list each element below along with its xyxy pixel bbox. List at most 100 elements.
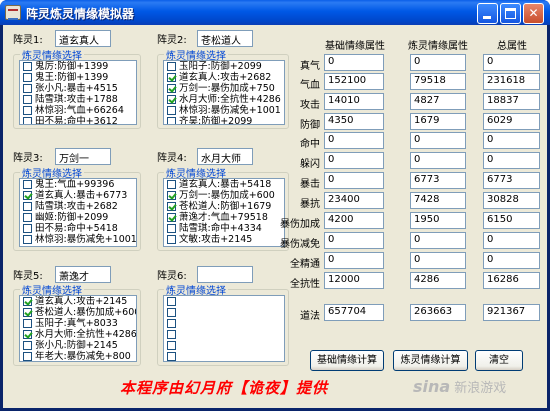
- stat-refine-field[interactable]: 1950: [410, 212, 466, 229]
- checkbox-unchecked[interactable]: [167, 180, 176, 189]
- checklist-item[interactable]: 鬼王:气血+99396: [20, 179, 136, 190]
- stat-refine-field[interactable]: 263663: [410, 304, 466, 321]
- checklist-item[interactable]: 陆雪琪:攻击+2682: [20, 201, 136, 212]
- stat-refine-field[interactable]: 79518: [410, 73, 466, 90]
- checkbox-unchecked[interactable]: [23, 106, 32, 115]
- checkbox-unchecked[interactable]: [23, 235, 32, 244]
- stat-refine-field[interactable]: 4286: [410, 272, 466, 289]
- stat-total-field[interactable]: 16286: [483, 272, 540, 289]
- checkbox-checked[interactable]: [167, 213, 176, 222]
- clear-button[interactable]: 清空: [475, 350, 523, 371]
- stat-refine-field[interactable]: 7428: [410, 192, 466, 209]
- stat-base-field[interactable]: 152100: [324, 73, 384, 90]
- stat-total-field[interactable]: 0: [483, 232, 540, 249]
- checkbox-unchecked[interactable]: [23, 73, 32, 82]
- checkbox-unchecked[interactable]: [167, 308, 176, 317]
- stat-total-field[interactable]: 231618: [483, 73, 540, 90]
- checklist-item[interactable]: 苍松道人:暴伤加成+600: [20, 307, 136, 318]
- checkbox-unchecked[interactable]: [167, 106, 176, 115]
- checklist-item[interactable]: 年老大:暴伤减免+800: [20, 351, 136, 361]
- spirit-2-name-input[interactable]: 苍松道人: [197, 30, 253, 47]
- checkbox-unchecked[interactable]: [23, 84, 32, 93]
- spirit-3-checklist[interactable]: 鬼王:气血+99396 道玄真人:暴击+6773 陆雪琪:攻击+2682 幽姬:防御+…: [19, 178, 137, 247]
- stat-total-field[interactable]: 30828: [483, 192, 540, 209]
- checklist-item[interactable]: 玉阳子:防御+2099: [164, 61, 284, 72]
- stat-refine-field[interactable]: 6773: [410, 172, 466, 189]
- checkbox-checked[interactable]: [23, 330, 32, 339]
- checklist-item[interactable]: 齐昊:防御+2099: [164, 116, 284, 124]
- checkbox-unchecked[interactable]: [23, 117, 32, 124]
- checklist-item[interactable]: 玉阳子:真气+8033: [20, 318, 136, 329]
- stat-refine-field[interactable]: 0: [410, 252, 466, 269]
- checkbox-unchecked[interactable]: [167, 330, 176, 339]
- stat-total-field[interactable]: 0: [483, 152, 540, 169]
- stat-total-field[interactable]: 0: [483, 132, 540, 149]
- checklist-item[interactable]: 道玄真人:暴击+5418: [164, 179, 284, 190]
- checkbox-unchecked[interactable]: [167, 352, 176, 361]
- checklist-item[interactable]: [164, 351, 284, 361]
- checklist-item[interactable]: 道玄真人:攻击+2682: [164, 72, 284, 83]
- checkbox-unchecked[interactable]: [167, 297, 176, 306]
- checkbox-unchecked[interactable]: [167, 117, 176, 124]
- checklist-item[interactable]: 幽姬:防御+2099: [20, 212, 136, 223]
- checklist-item[interactable]: 林惊羽:气血+66264: [20, 105, 136, 116]
- checkbox-unchecked[interactable]: [23, 180, 32, 189]
- checkbox-checked[interactable]: [23, 297, 32, 306]
- minimize-button[interactable]: [477, 3, 498, 24]
- checklist-item[interactable]: 鬼王:防御+1399: [20, 72, 136, 83]
- stat-base-field[interactable]: 0: [324, 132, 384, 149]
- checkbox-unchecked[interactable]: [23, 319, 32, 328]
- stat-refine-field[interactable]: 0: [410, 152, 466, 169]
- checkbox-unchecked[interactable]: [167, 319, 176, 328]
- stat-total-field[interactable]: 6029: [483, 113, 540, 130]
- checkbox-checked[interactable]: [167, 73, 176, 82]
- stat-total-field[interactable]: 18837: [483, 93, 540, 110]
- stat-total-field[interactable]: 0: [483, 252, 540, 269]
- checkbox-unchecked[interactable]: [167, 341, 176, 350]
- checklist-item[interactable]: [164, 340, 284, 351]
- spirit-4-name-input[interactable]: 水月大师: [197, 148, 253, 165]
- stat-base-field[interactable]: 0: [324, 152, 384, 169]
- stat-refine-field[interactable]: 0: [410, 132, 466, 149]
- stat-refine-field[interactable]: 0: [410, 232, 466, 249]
- spirit-3-name-input[interactable]: 万剑一: [55, 148, 111, 165]
- base-calc-button[interactable]: 基础情缘计算: [310, 350, 384, 371]
- stat-base-field[interactable]: 0: [324, 232, 384, 249]
- checklist-item[interactable]: 田不易:命中+3612: [20, 116, 136, 124]
- checkbox-unchecked[interactable]: [23, 341, 32, 350]
- stat-base-field[interactable]: 0: [324, 172, 384, 189]
- checkbox-checked[interactable]: [167, 202, 176, 211]
- checklist-item[interactable]: [164, 318, 284, 329]
- checklist-item[interactable]: 陆雪琪:命中+4334: [164, 223, 284, 234]
- checklist-item[interactable]: 水月大师:全抗性+4286: [164, 94, 284, 105]
- stat-refine-field[interactable]: 0: [410, 54, 466, 71]
- checklist-item[interactable]: 陆雪琪:攻击+1788: [20, 94, 136, 105]
- checklist-item[interactable]: 水月大师:全抗性+4286: [20, 329, 136, 340]
- stat-total-field[interactable]: 6773: [483, 172, 540, 189]
- stat-total-field[interactable]: 6150: [483, 212, 540, 229]
- checklist-item[interactable]: 万剑一:暴伤加成+750: [164, 83, 284, 94]
- stat-total-field[interactable]: 921367: [483, 304, 540, 321]
- checkbox-checked[interactable]: [167, 84, 176, 93]
- checkbox-unchecked[interactable]: [23, 95, 32, 104]
- stat-base-field[interactable]: 4200: [324, 212, 384, 229]
- spirit-5-checklist[interactable]: 道玄真人:攻击+2145 苍松道人:暴伤加成+600 玉阳子:真气+8033 水月大师…: [19, 295, 137, 362]
- stat-base-field[interactable]: 14010: [324, 93, 384, 110]
- stat-base-field[interactable]: 4350: [324, 113, 384, 130]
- checklist-item[interactable]: [164, 296, 284, 307]
- checkbox-checked[interactable]: [23, 191, 32, 200]
- spirit-2-checklist[interactable]: 玉阳子:防御+2099 道玄真人:攻击+2682 万剑一:暴伤加成+750 水月大师:…: [163, 60, 285, 125]
- stat-base-field[interactable]: 23400: [324, 192, 384, 209]
- checklist-item[interactable]: 苍松道人:防御+1679: [164, 201, 284, 212]
- checkbox-unchecked[interactable]: [167, 235, 176, 244]
- stat-base-field[interactable]: 0: [324, 54, 384, 71]
- checkbox-unchecked[interactable]: [23, 352, 32, 361]
- stat-base-field[interactable]: 0: [324, 252, 384, 269]
- spirit-6-name-input[interactable]: [197, 266, 253, 283]
- spirit-5-name-input[interactable]: 萧逸才: [55, 266, 111, 283]
- checklist-item[interactable]: 萧逸才:气血+79518: [164, 212, 284, 223]
- checklist-item[interactable]: 道玄真人:攻击+2145: [20, 296, 136, 307]
- checklist-item[interactable]: 鬼厉:防御+1399: [20, 61, 136, 72]
- checklist-item[interactable]: 道玄真人:暴击+6773: [20, 190, 136, 201]
- checkbox-unchecked[interactable]: [167, 224, 176, 233]
